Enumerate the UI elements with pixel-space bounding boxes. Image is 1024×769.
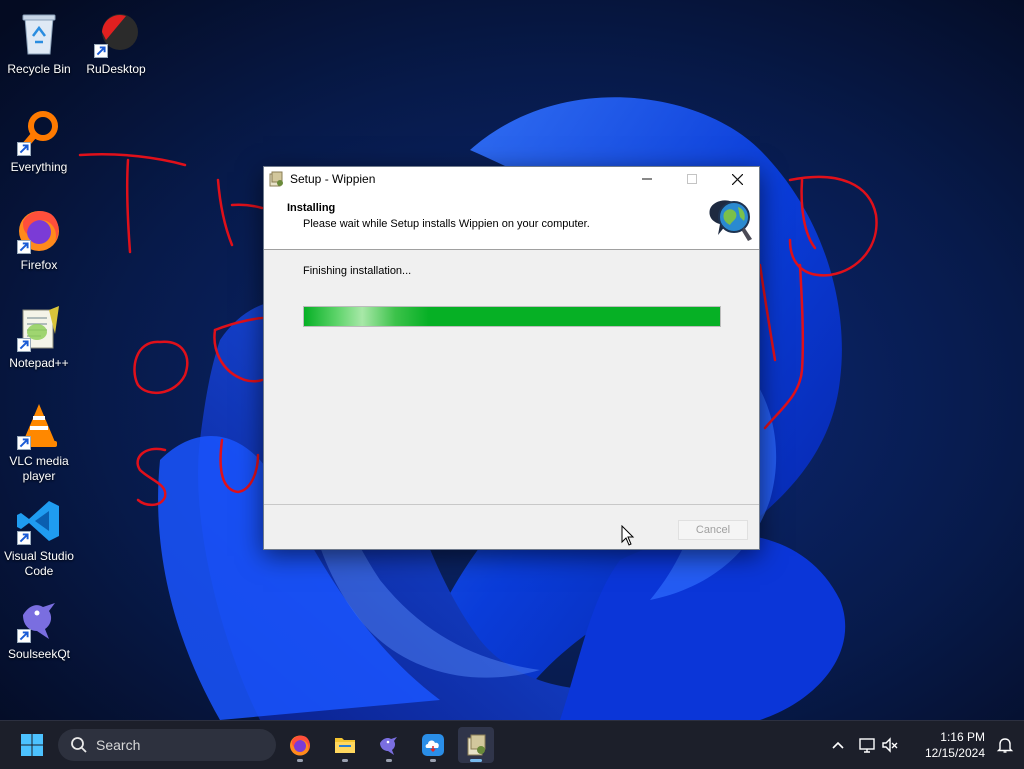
shortcut-arrow-icon <box>17 240 31 254</box>
setup-dialog: Setup - Wippien Installing Please wait w… <box>263 166 760 550</box>
running-indicator <box>386 759 392 762</box>
desktop-icon-vlc[interactable]: VLC media player <box>0 402 78 484</box>
running-indicator <box>297 759 303 762</box>
show-hidden-icons-button[interactable] <box>828 735 848 755</box>
minimize-icon <box>642 178 652 180</box>
close-icon <box>731 173 743 185</box>
dialog-titlebar[interactable]: Setup - Wippien <box>264 167 759 191</box>
wizard-header-subtitle: Please wait while Setup installs Wippien… <box>303 218 590 230</box>
shortcut-arrow-icon <box>17 531 31 545</box>
setup-app-icon <box>269 171 283 187</box>
desktop-icon-soulseek[interactable]: SoulseekQt <box>0 595 78 662</box>
running-indicator <box>470 759 482 762</box>
taskbar-firefox[interactable] <box>282 727 318 763</box>
running-indicator <box>342 759 348 762</box>
file-explorer-icon <box>335 738 355 753</box>
desktop-icon-notepadpp[interactable]: Notepad++ <box>0 304 78 371</box>
clock-time: 1:16 PM <box>940 730 985 744</box>
volume-muted-icon <box>882 737 898 753</box>
install-progress-bar <box>303 306 721 327</box>
wizard-header: Installing Please wait while Setup insta… <box>264 191 759 250</box>
setup-installer-icon <box>467 734 486 756</box>
firefox-icon <box>290 735 310 756</box>
desktop-icon-everything[interactable]: Everything <box>0 108 78 175</box>
taskbar-search-box[interactable]: Search <box>58 729 276 761</box>
cancel-button[interactable]: Cancel <box>678 520 748 540</box>
desktop-icon-label: Recycle Bin <box>7 62 71 76</box>
network-status-button[interactable] <box>858 735 878 755</box>
shortcut-arrow-icon <box>17 436 31 450</box>
taskbar-setup-installer[interactable] <box>458 727 494 763</box>
dialog-title: Setup - Wippien <box>290 172 376 186</box>
search-placeholder: Search <box>96 737 141 753</box>
bell-icon <box>996 738 1014 753</box>
wippien-logo-icon <box>709 200 752 241</box>
clock-date: 12/15/2024 <box>924 746 985 760</box>
recycle-bin-icon <box>22 14 56 55</box>
taskbar-file-explorer[interactable] <box>327 727 363 763</box>
progress-bar-fill <box>304 307 720 326</box>
footer-divider <box>264 504 759 505</box>
shortcut-arrow-icon <box>17 629 31 643</box>
taskbar: Search 1:16 PM 12/15/2024 <box>0 720 1024 769</box>
maximize-button <box>669 167 715 191</box>
mouse-cursor-icon <box>621 525 635 546</box>
install-status-text: Finishing installation... <box>303 265 412 277</box>
network-icon <box>859 738 875 753</box>
desktop-icon-firefox[interactable]: Firefox <box>0 206 78 273</box>
shortcut-arrow-icon <box>17 142 31 156</box>
taskbar-soulseek[interactable] <box>371 727 407 763</box>
taskbar-cloud-app[interactable] <box>415 727 451 763</box>
desktop-icon-rudesktop[interactable]: RuDesktop <box>77 10 155 77</box>
soulseek-icon <box>380 737 397 755</box>
volume-button[interactable] <box>880 735 900 755</box>
desktop-icon-recycle-bin[interactable]: Recycle Bin <box>0 10 78 77</box>
windows-start-icon <box>21 734 43 756</box>
wizard-header-title: Installing <box>287 202 336 214</box>
notifications-button[interactable] <box>995 735 1015 755</box>
maximize-icon <box>687 174 697 184</box>
shortcut-arrow-icon <box>17 338 31 352</box>
close-button[interactable] <box>714 167 760 191</box>
cloud-app-icon <box>422 734 444 756</box>
minimize-button[interactable] <box>624 167 670 191</box>
start-button[interactable] <box>14 727 50 763</box>
shortcut-arrow-icon <box>94 44 108 58</box>
search-icon <box>71 737 87 753</box>
desktop-icon-vscode[interactable]: Visual Studio Code <box>0 497 78 579</box>
system-tray: 1:16 PM 12/15/2024 <box>824 721 1024 769</box>
chevron-up-icon <box>832 741 844 749</box>
taskbar-clock[interactable]: 1:16 PM 12/15/2024 <box>917 729 985 761</box>
running-indicator <box>430 759 436 762</box>
desktop-icon-label: Visual Studio Code <box>4 549 74 578</box>
